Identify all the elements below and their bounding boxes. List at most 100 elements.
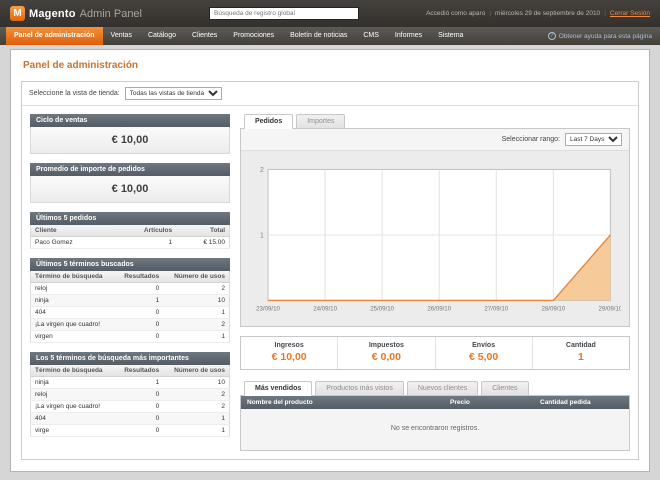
nav-item-cat-logo[interactable]: Catálogo: [140, 27, 184, 45]
column-header-total: Total: [176, 225, 229, 237]
lifetime-sales-value: € 10,00: [30, 127, 230, 154]
column-header-resultados: Resultados: [115, 271, 163, 283]
table-cell: 2: [163, 401, 229, 413]
store-view-switcher: Seleccione la vista de tienda: Todas las…: [22, 82, 638, 106]
column-header-t-rmino-de-b-squeda: Término de búsqueda: [31, 365, 116, 377]
magento-admin-app: M Magento Admin Panel Accedió como aparo…: [0, 0, 660, 472]
logo-title: Magento: [29, 8, 76, 20]
stat-label: Ingresos: [241, 342, 337, 349]
range-label: Seleccionar rango:: [502, 136, 560, 143]
tab-pedidos[interactable]: Pedidos: [244, 114, 293, 129]
orders-chart-area: 1223/09/1024/09/1025/09/1026/09/1027/09/…: [241, 151, 629, 326]
nav-item-promociones[interactable]: Promociones: [225, 27, 282, 45]
data-table: Término de búsquedaResultadosNúmero de u…: [30, 271, 230, 343]
magento-logo[interactable]: M Magento Admin Panel: [10, 6, 142, 21]
last-search-table: Término de búsquedaResultadosNúmero de u…: [30, 271, 230, 343]
column-header-n-mero-de-usos: Número de usos: [163, 271, 229, 283]
column-header-nombre-del-producto: Nombre del producto: [241, 396, 444, 409]
nav-item-clientes[interactable]: Clientes: [184, 27, 225, 45]
column-header-cantidad-pedida: Cantidad pedida: [534, 396, 629, 409]
range-bar: Seleccionar rango: Last 7 Days: [241, 129, 629, 151]
store-view-select[interactable]: Todas las vistas de tienda: [125, 87, 222, 100]
table-cell: 1: [115, 295, 163, 307]
stat-label: Envíos: [436, 342, 532, 349]
products-table: Nombre del productoPrecioCantidad pedida…: [241, 396, 629, 450]
column-header-cliente: Cliente: [31, 225, 113, 237]
table-cell: 1: [163, 331, 229, 343]
last-orders-table: ClienteArtículosTotalPaco Gomez1€ 15.00: [30, 225, 230, 249]
table-cell: 404: [31, 307, 116, 319]
tab-importes[interactable]: Importes: [296, 114, 345, 129]
stat-ingresos: Ingresos € 10,00: [241, 337, 337, 369]
panel-title: Los 5 términos de búsqueda más important…: [30, 352, 230, 365]
tab-m-s-vendidos[interactable]: Más vendidos: [244, 381, 312, 396]
stat-value: € 0,00: [338, 351, 434, 363]
table-cell: 2: [163, 283, 229, 295]
average-orders-value: € 10,00: [30, 176, 230, 203]
orders-panel: Seleccionar rango: Last 7 Days 1223/09/1…: [240, 128, 630, 327]
svg-text:29/09/10: 29/09/10: [599, 306, 621, 313]
nav-item-sistema[interactable]: Sistema: [430, 27, 471, 45]
table-row: ¡La virgen que cuadro!02: [31, 319, 230, 331]
table-row: reloj02: [31, 389, 230, 401]
table-cell: Paco Gomez: [31, 237, 113, 249]
current-date: miércoles 29 de septiembre de 2010: [495, 10, 600, 17]
nav-item-bolet-n-de-noticias[interactable]: Boletín de noticias: [282, 27, 355, 45]
table-cell: 2: [163, 319, 229, 331]
table-cell: 1: [163, 307, 229, 319]
svg-text:25/09/10: 25/09/10: [370, 306, 394, 313]
nav-item-ventas[interactable]: Ventas: [103, 27, 140, 45]
global-search-input[interactable]: [209, 7, 359, 20]
stat-cantidad: Cantidad1: [532, 337, 629, 369]
dashboard-right-column: PedidosImportes Seleccionar rango: Last …: [240, 114, 630, 451]
table-cell: ninja: [31, 295, 116, 307]
range-select[interactable]: Last 7 Days: [565, 133, 622, 146]
table-row: Paco Gomez1€ 15.00: [31, 237, 230, 249]
table-cell: 404: [31, 413, 116, 425]
column-header-resultados: Resultados: [115, 365, 163, 377]
svg-text:26/09/10: 26/09/10: [427, 306, 451, 313]
separator: |: [489, 10, 491, 17]
top-header-bar: M Magento Admin Panel Accedió como aparo…: [0, 0, 660, 27]
svg-text:1: 1: [260, 232, 264, 239]
magento-logo-icon: M: [10, 6, 25, 21]
table-cell: 10: [163, 295, 229, 307]
products-panel: Nombre del productoPrecioCantidad pedida…: [240, 395, 630, 451]
nav-item-panel-de-administraci-n[interactable]: Panel de administración: [6, 27, 103, 45]
table-row: virge01: [31, 425, 230, 437]
dashboard-container: Seleccione la vista de tienda: Todas las…: [21, 81, 639, 460]
table-cell: 0: [115, 413, 163, 425]
table-cell: 0: [115, 425, 163, 437]
table-cell: 0: [115, 389, 163, 401]
lifetime-sales-panel: Ciclo de ventas € 10,00: [30, 114, 230, 154]
svg-text:28/09/10: 28/09/10: [541, 306, 565, 313]
stat-label: Impuestos: [338, 342, 434, 349]
logout-link[interactable]: Cerrar Sesión: [610, 10, 650, 17]
page-help-link[interactable]: ? Obtener ayuda para esta página: [548, 27, 652, 45]
top-search-table: Término de búsquedaResultadosNúmero de u…: [30, 365, 230, 437]
stat-value: € 10,00: [241, 351, 337, 363]
table-row: 40401: [31, 413, 230, 425]
logged-in-as: Accedió como aparo: [426, 10, 485, 17]
last-orders-panel: Últimos 5 pedidos ClienteArtículosTotalP…: [30, 212, 230, 249]
average-orders-panel: Promedio de importe de pedidos € 10,00: [30, 163, 230, 203]
svg-text:23/09/10: 23/09/10: [256, 306, 280, 313]
nav-item-cms[interactable]: CMS: [355, 27, 387, 45]
data-table: ClienteArtículosTotalPaco Gomez1€ 15.00: [30, 225, 230, 249]
nav-items: Panel de administraciónVentasCatálogoCli…: [6, 27, 471, 45]
tab-productos-m-s-vistos[interactable]: Productos más vistos: [315, 381, 404, 396]
tab-nuevos-clientes[interactable]: Nuevos clientes: [407, 381, 478, 396]
panel-title: Ciclo de ventas: [30, 114, 230, 127]
table-row: 40401: [31, 307, 230, 319]
tab-clientes[interactable]: Clientes: [481, 381, 528, 396]
last-search-panel: Últimos 5 términos buscados Término de b…: [30, 258, 230, 343]
nav-item-informes[interactable]: Informes: [387, 27, 430, 45]
table-row: virgen01: [31, 331, 230, 343]
table-cell: virge: [31, 425, 116, 437]
svg-text:24/09/10: 24/09/10: [313, 306, 337, 313]
orders-chart-svg: 1223/09/1024/09/1025/09/1026/09/1027/09/…: [249, 161, 621, 320]
products-tabbar: Más vendidosProductos más vistosNuevos c…: [240, 381, 630, 396]
column-header-art-culos: Artículos: [112, 225, 176, 237]
dashboard-body: Ciclo de ventas € 10,00 Promedio de impo…: [22, 106, 638, 459]
column-header-precio: Precio: [444, 396, 534, 409]
